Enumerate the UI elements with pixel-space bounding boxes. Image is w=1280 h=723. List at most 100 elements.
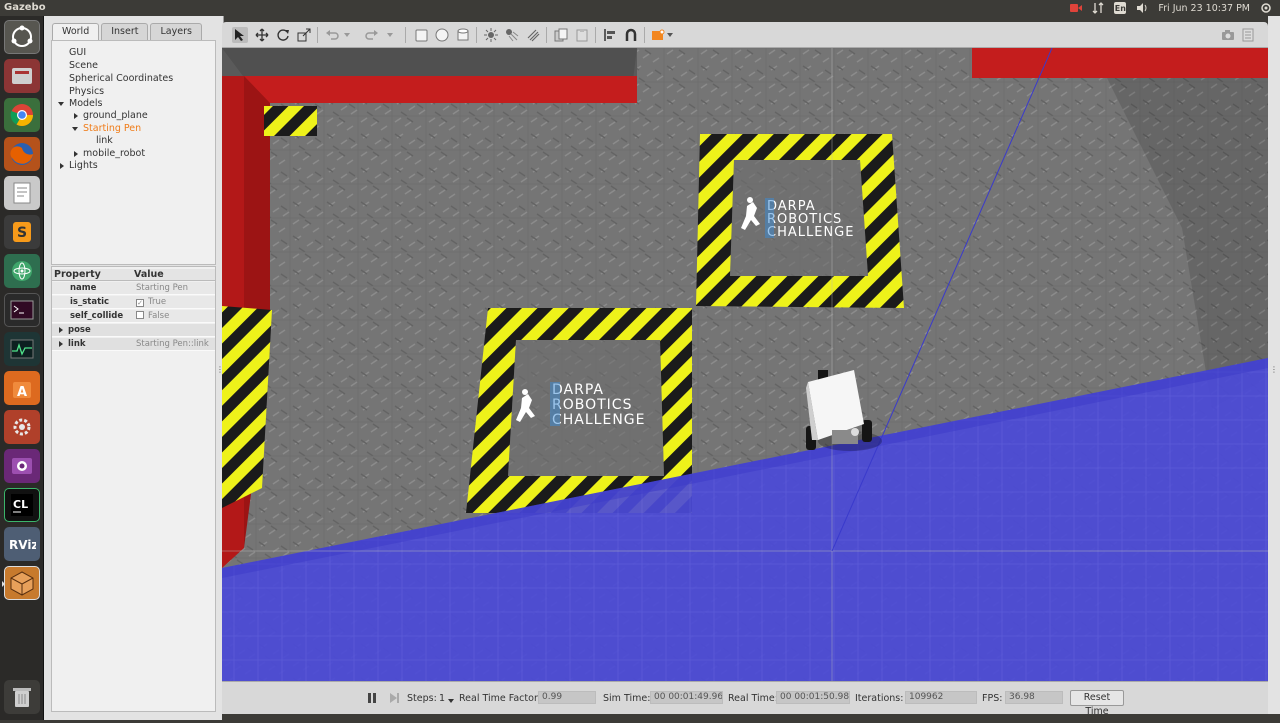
svg-text:⋮: ⋮ [1270, 365, 1278, 374]
view-dropdown-icon[interactable] [666, 27, 674, 43]
expand-lights-icon[interactable] [60, 163, 64, 169]
undo-history-icon[interactable] [343, 27, 351, 43]
expand-link-icon[interactable] [59, 341, 63, 347]
fps-value: 36.98 [1005, 691, 1063, 704]
rtf-value: 0.99 [538, 691, 596, 704]
iterations-value: 109962 [905, 691, 977, 704]
text-editor-icon[interactable] [4, 176, 40, 210]
expand-pose-icon[interactable] [59, 327, 63, 333]
network-icon[interactable] [1092, 2, 1104, 14]
status-bar: Steps: 1 Real Time Factor: 0.99 Sim Time… [222, 681, 1268, 717]
tab-layers[interactable]: Layers [150, 23, 202, 40]
3d-viewport[interactable]: DARPA ROBOTICS CHALLENGE DARPA ROBOTICS … [222, 48, 1268, 681]
property-value: Starting Pen [136, 283, 189, 293]
tree-item-ground-plane[interactable]: ground_plane [83, 110, 148, 122]
panel-tabs: World Insert Layers [52, 23, 204, 40]
steps-dropdown-icon[interactable] [447, 696, 455, 707]
spot-light-icon[interactable] [504, 27, 520, 43]
clion-icon[interactable]: CL [4, 488, 40, 522]
property-row-is-static[interactable]: is_static ✓ True [52, 296, 215, 309]
app-title: Gazebo [4, 2, 46, 13]
properties-panel: Property Value name Starting Pen is_stat… [51, 266, 216, 712]
volume-icon[interactable] [1136, 2, 1148, 14]
gazebo-icon[interactable] [2, 566, 40, 600]
power-gear-icon[interactable] [1260, 2, 1272, 14]
sim-time-label: Sim Time: [603, 693, 651, 704]
snap-icon[interactable] [623, 27, 639, 43]
tree-item-spherical-coordinates[interactable]: Spherical Coordinates [69, 73, 173, 85]
tree-item-gui[interactable]: GUI [69, 47, 86, 59]
files-icon[interactable] [4, 59, 40, 93]
property-row-pose[interactable]: pose [52, 324, 215, 337]
launcher: S A CL RViz [0, 16, 44, 720]
expand-models-icon[interactable] [58, 102, 64, 106]
property-row-link[interactable]: link Starting Pen::link [52, 338, 215, 351]
property-key: self_collide [70, 311, 124, 321]
properties-header: Property Value [52, 269, 215, 281]
tree-item-physics[interactable]: Physics [69, 86, 104, 98]
tab-world[interactable]: World [52, 23, 100, 40]
redo-icon[interactable] [364, 27, 380, 43]
trash-icon[interactable] [4, 680, 40, 714]
firefox-icon[interactable] [4, 137, 40, 171]
sphere-shape-icon[interactable] [434, 27, 450, 43]
window-bottom-edge [222, 714, 1280, 720]
camera-icon[interactable] [1220, 27, 1236, 43]
ubuntu-dash-icon[interactable] [4, 20, 40, 54]
clock[interactable]: Fri Jun 23 10:37 PM [1158, 3, 1250, 14]
expand-starting-pen-icon[interactable] [72, 127, 78, 131]
scale-mode-icon[interactable] [296, 27, 312, 43]
right-splitter[interactable]: ⋮ [1268, 16, 1280, 720]
point-light-icon[interactable] [483, 27, 499, 43]
step-icon[interactable] [388, 691, 400, 705]
iterations-label: Iterations: [855, 693, 904, 704]
keyboard-layout-indicator[interactable]: En [1114, 2, 1127, 14]
expand-mobile-robot-icon[interactable] [74, 151, 78, 157]
property-key: name [70, 283, 97, 293]
property-row-name[interactable]: name Starting Pen [52, 282, 215, 295]
terminal-icon[interactable] [4, 293, 40, 327]
property-column-header: Property [54, 269, 101, 280]
undo-icon[interactable] [324, 27, 340, 43]
box-shape-icon[interactable] [413, 27, 429, 43]
paste-icon[interactable] [574, 27, 590, 43]
steps-spinbox[interactable]: 1 [439, 693, 445, 704]
pause-icon[interactable] [366, 691, 378, 705]
tab-insert[interactable]: Insert [101, 23, 149, 40]
reset-time-button[interactable]: Reset Time [1070, 690, 1124, 717]
video-icon[interactable] [4, 449, 40, 483]
self-collide-checkbox[interactable] [136, 311, 144, 319]
cylinder-shape-icon[interactable] [455, 27, 471, 43]
rviz-icon[interactable]: RViz [4, 527, 40, 561]
rtf-label: Real Time Factor: [459, 693, 541, 704]
record-icon[interactable] [1070, 2, 1083, 14]
copy-icon[interactable] [553, 27, 569, 43]
redo-history-icon[interactable] [386, 27, 394, 43]
tree-item-models[interactable]: Models [69, 98, 102, 110]
directional-light-icon[interactable] [525, 27, 541, 43]
tree-item-lights[interactable]: Lights [69, 160, 98, 172]
system-monitor-icon[interactable] [4, 332, 40, 366]
chrome-icon[interactable] [4, 98, 40, 132]
property-value: Starting Pen::link [136, 339, 209, 349]
expand-ground-plane-icon[interactable] [74, 113, 78, 119]
log-icon[interactable] [1240, 27, 1256, 43]
settings-icon[interactable] [4, 410, 40, 444]
software-center-icon[interactable]: A [4, 371, 40, 405]
toolbar [222, 22, 1268, 48]
tree-item-scene[interactable]: Scene [69, 60, 98, 72]
atom-icon[interactable] [4, 254, 40, 288]
tree-item-starting-pen[interactable]: Starting Pen [83, 123, 141, 135]
top-panel: Gazebo En Fri Jun 23 10:37 PM [0, 0, 1280, 16]
is-static-checkbox[interactable]: ✓ [136, 299, 144, 307]
screenshot-view-icon[interactable] [650, 27, 666, 43]
translate-mode-icon[interactable] [254, 27, 270, 43]
tree-item-mobile-robot[interactable]: mobile_robot [83, 148, 145, 160]
property-row-self-collide[interactable]: self_collide False [52, 310, 215, 323]
system-indicators: En Fri Jun 23 10:37 PM [1070, 1, 1272, 15]
align-icon[interactable] [602, 27, 618, 43]
select-mode-icon[interactable] [232, 27, 248, 43]
tree-item-link[interactable]: link [96, 135, 113, 147]
sublime-icon[interactable]: S [4, 215, 40, 249]
rotate-mode-icon[interactable] [275, 27, 291, 43]
